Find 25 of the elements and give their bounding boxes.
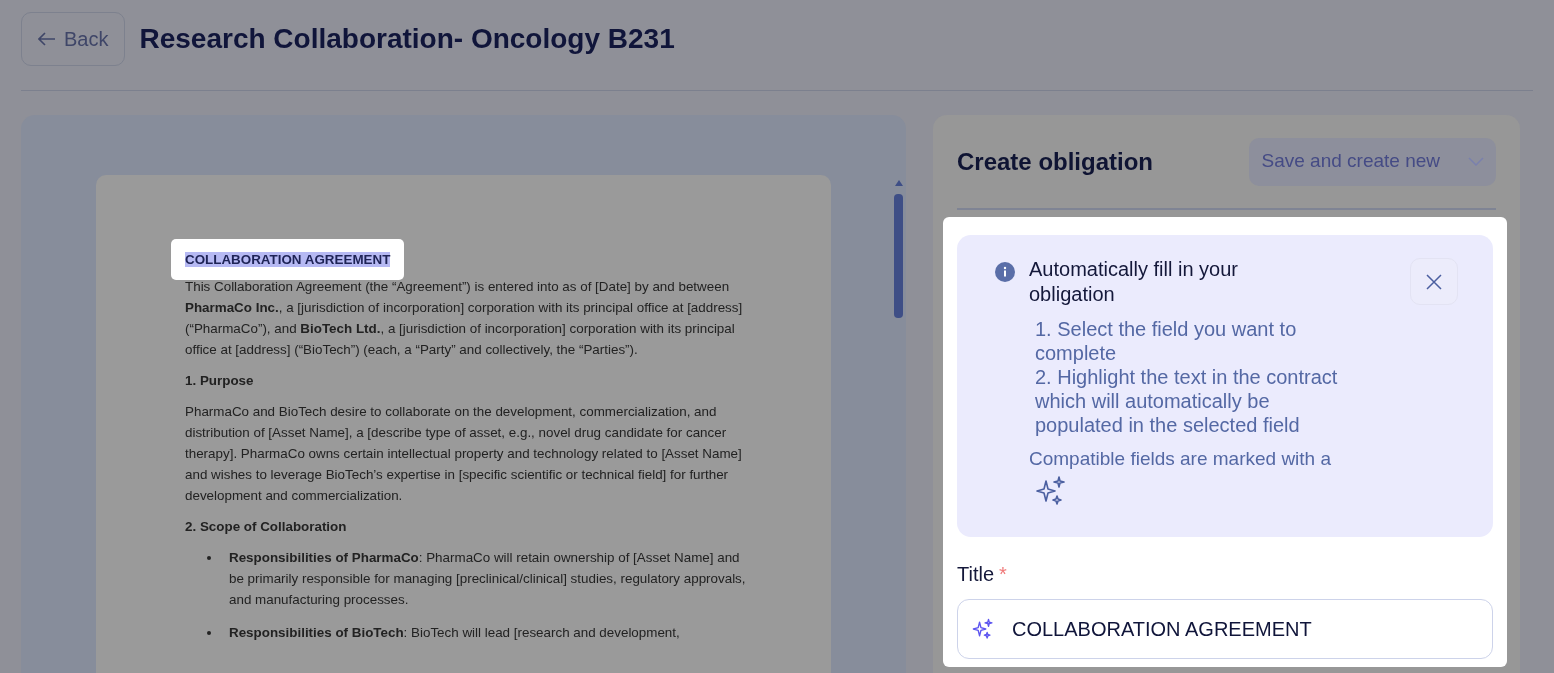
document-paragraph: This Collaboration Agreement (the “Agreement”) is entered into as of [Date] by and between PharmaCo Inc., a [jurisdiction of incorporation] corporation with its principal office at [address] (“PharmaCo”), and BioTech Ltd., a [jurisdiction of incorporation] corporation with its principal office at [address] (“BioTech”) (each, a “Party” and collectively, the “Parties”). — [185, 278, 744, 359]
sparkle-icon — [972, 618, 994, 640]
title-input-field[interactable]: COLLABORATION AGREEMENT — [957, 599, 1493, 659]
close-button[interactable] — [1410, 258, 1458, 305]
bullet-text: Responsibilities of BioTech: BioTech will lead [research and development, — [229, 624, 680, 642]
hint-step: 2. Highlight the text in the contract which will automatically be populated in the selected field — [1035, 365, 1355, 437]
info-icon — [995, 262, 1015, 282]
hint-note: Compatible fields are marked with a — [1029, 447, 1333, 471]
hint-step: 1. Select the field you want to complete — [1035, 317, 1355, 365]
close-icon — [1426, 273, 1442, 290]
page-title: Research Collaboration- Oncology B231 — [139, 22, 675, 56]
section-heading: 2. Scope of Collaboration — [185, 518, 348, 536]
scrollbar[interactable] — [894, 194, 903, 318]
hint-title: Automatically fill in your obligation — [1029, 257, 1239, 307]
sparkle-icon — [1035, 475, 1067, 507]
arrow-left-icon — [38, 32, 56, 46]
required-mark: * — [999, 562, 1007, 587]
back-button[interactable]: Back — [21, 12, 126, 66]
field-label: Title — [957, 562, 995, 587]
bullet-text: Responsibilities of PharmaCo: PharmaCo will retain ownership of [Asset Name] and be primarily responsible for managing [preclinical/clinical] studies, regulatory approvals, and manufacturing processes. — [229, 549, 747, 609]
panel-title: Create obligation — [957, 146, 1154, 177]
document-paragraph: PharmaCo and BioTech desire to collaborate on the development, commercialization, and distribution of [Asset Name], a [describe type of asset, e.g., novel drug candidate for cancer therapy]. PharmaCo owns certain intellectual property and technology related to [Asset Name] and wishes to leverage BioTech’s expertise in [specific scientific or technical field] for further development and commercialization. — [185, 403, 743, 505]
section-heading: 1. Purpose — [185, 372, 255, 390]
document-heading: COLLABORATION AGREEMENT — [171, 239, 405, 280]
scroll-up-icon[interactable] — [895, 180, 903, 186]
